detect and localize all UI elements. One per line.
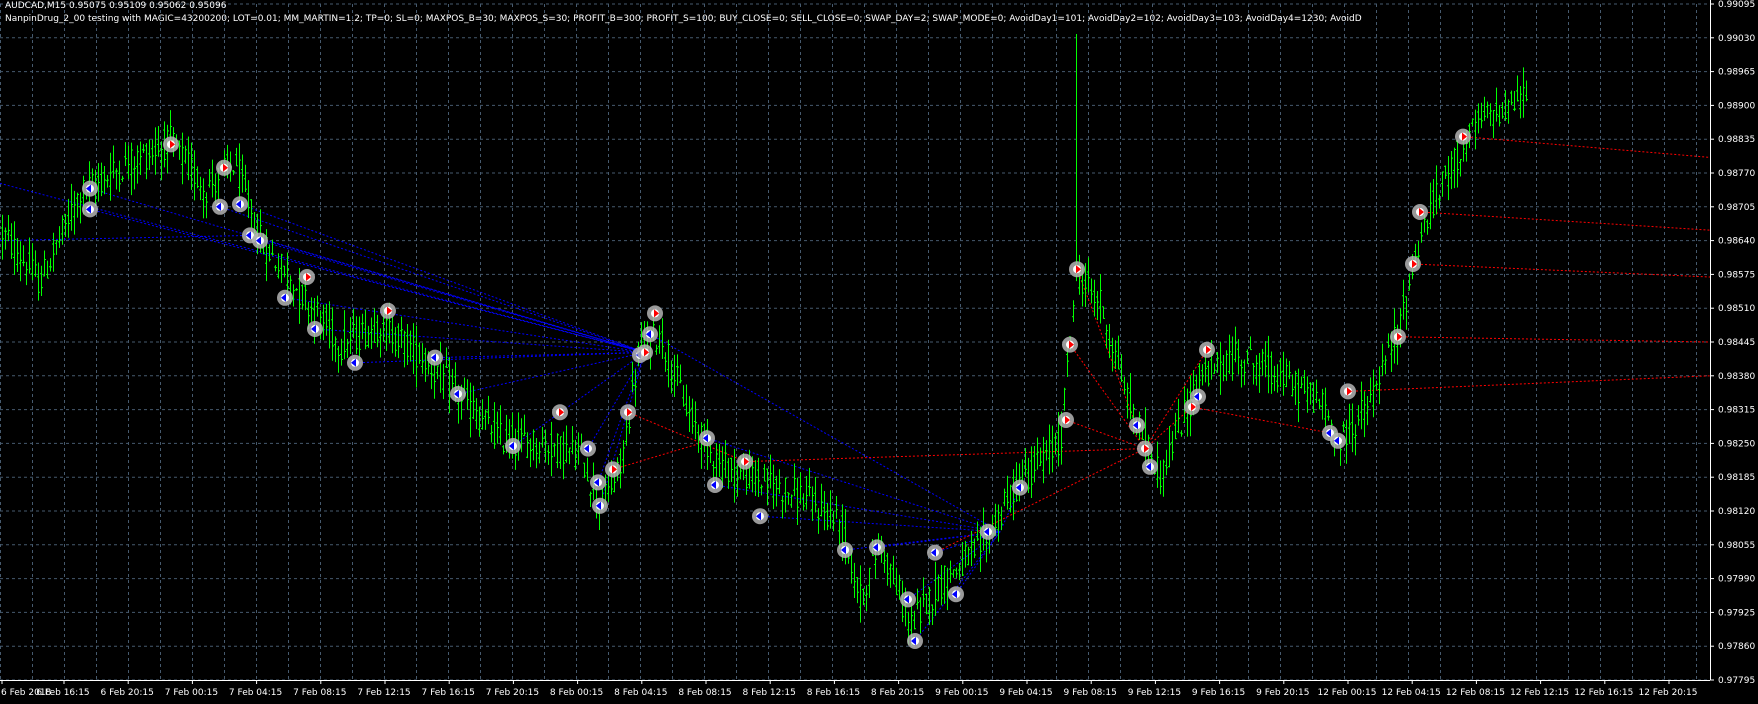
price-tick-label: 0.98185 <box>1718 473 1755 483</box>
sell-trade-line <box>1397 336 1711 343</box>
price-tick-label: 0.98770 <box>1718 169 1755 179</box>
price-tick-label: 0.98120 <box>1718 507 1755 517</box>
time-tick-label: 8 Feb 00:15 <box>550 688 603 698</box>
time-tick-label: 6 Feb 20:15 <box>101 688 154 698</box>
price-tick-label: 0.98835 <box>1718 135 1755 145</box>
candles <box>1 34 1528 646</box>
buy-trade-line <box>284 297 646 353</box>
buy-trade-line <box>597 352 646 483</box>
price-tick-label: 0.98900 <box>1718 101 1755 111</box>
buy-trade-line <box>759 515 1001 533</box>
time-axis: 6 Feb 20186 Feb 16:15 6 Feb 20:15 7 Feb 00… <box>0 680 1710 698</box>
price-chart[interactable]: 0.99095 0.99030 0.98965 0.98900 0.98835 0.987… <box>0 0 1758 704</box>
time-tick-label: 8 Feb 16:15 <box>807 688 860 698</box>
time-tick-label: 8 Feb 20:15 <box>871 688 924 698</box>
sell-trade-line <box>612 442 701 470</box>
time-tick-label: 12 Feb 12:15 <box>1510 688 1569 698</box>
buy-trade-line <box>706 437 1001 533</box>
buy-trade-line <box>587 352 646 449</box>
time-tick-label: 9 Feb 08:15 <box>1064 688 1117 698</box>
symbol-header: AUDCAD,M15 0.95075 0.95109 0.95062 0.950… <box>5 1 227 11</box>
price-tick-label: 0.98055 <box>1718 541 1755 551</box>
sell-trade-line <box>1462 136 1711 158</box>
time-tick-label: 7 Feb 12:15 <box>357 688 410 698</box>
price-tick-label: 0.98380 <box>1718 372 1755 382</box>
price-axis: 0.99095 0.99030 0.98965 0.98900 0.98835 0.987… <box>1710 0 1755 686</box>
price-tick-label: 0.97795 <box>1718 676 1755 686</box>
chart-canvas[interactable]: 0.99095 0.99030 0.98965 0.98900 0.98835 0.987… <box>0 0 1758 704</box>
price-tick-label: 0.98705 <box>1718 203 1755 213</box>
time-tick-label: 7 Feb 16:15 <box>422 688 475 698</box>
sell-trade-line <box>744 448 1146 463</box>
time-tick-label: 12 Feb 04:15 <box>1382 688 1441 698</box>
sell-trade-line <box>1347 375 1711 392</box>
buy-trade-line <box>457 351 646 395</box>
time-tick-label: 12 Feb 16:15 <box>1574 688 1633 698</box>
time-tick-label: 9 Feb 04:15 <box>999 688 1052 698</box>
time-tick-label: 9 Feb 00:15 <box>935 688 988 698</box>
sell-trade-line <box>627 411 746 463</box>
sell-trade-line <box>1412 263 1711 278</box>
buy-trade-line <box>512 351 646 447</box>
time-tick-label: 8 Feb 12:15 <box>743 688 796 698</box>
buy-trade-line <box>434 351 646 359</box>
sell-trade-line <box>1191 406 1331 434</box>
time-tick-label: 7 Feb 20:15 <box>486 688 539 698</box>
time-tick-label: 8 Feb 04:15 <box>614 688 667 698</box>
price-tick-label: 0.99030 <box>1718 34 1755 44</box>
price-tick-label: 0.97860 <box>1718 642 1755 652</box>
time-tick-label: 8 Feb 08:15 <box>678 688 731 698</box>
price-tick-label: 0.99095 <box>1718 0 1755 10</box>
price-tick-label: 0.98965 <box>1718 68 1755 78</box>
time-tick-label: 9 Feb 16:15 <box>1192 688 1245 698</box>
price-tick-label: 0.98315 <box>1718 406 1755 416</box>
time-tick-label: 7 Feb 08:15 <box>293 688 346 698</box>
buy-trade-line <box>0 234 251 242</box>
time-tick-label: 9 Feb 20:15 <box>1256 688 1309 698</box>
price-tick-label: 0.97990 <box>1718 575 1755 585</box>
time-tick-label: 7 Feb 04:15 <box>229 688 282 698</box>
price-tick-label: 0.97925 <box>1718 608 1755 618</box>
time-tick-label: 12 Feb 08:15 <box>1446 688 1505 698</box>
buy-trade-line <box>714 484 1001 533</box>
buy-trade-line <box>219 206 646 353</box>
ea-parameters-header: NanpinDrug_2_00 testing with MAGIC=43200… <box>5 14 1362 24</box>
time-tick-label: 7 Feb 00:15 <box>165 688 218 698</box>
time-tick-label: 12 Feb 00:15 <box>1317 688 1376 698</box>
price-tick-label: 0.98445 <box>1718 338 1755 348</box>
price-tick-label: 0.98510 <box>1718 304 1755 314</box>
price-tick-label: 0.98575 <box>1718 270 1755 280</box>
time-tick-label: 12 Feb 20:15 <box>1638 688 1697 698</box>
sell-trade-line <box>1419 211 1711 231</box>
price-tick-label: 0.98250 <box>1718 439 1755 449</box>
time-tick-label: 9 Feb 12:15 <box>1128 688 1181 698</box>
time-tick-label: 6 Feb 16:15 <box>36 688 89 698</box>
price-tick-label: 0.98640 <box>1718 237 1755 247</box>
